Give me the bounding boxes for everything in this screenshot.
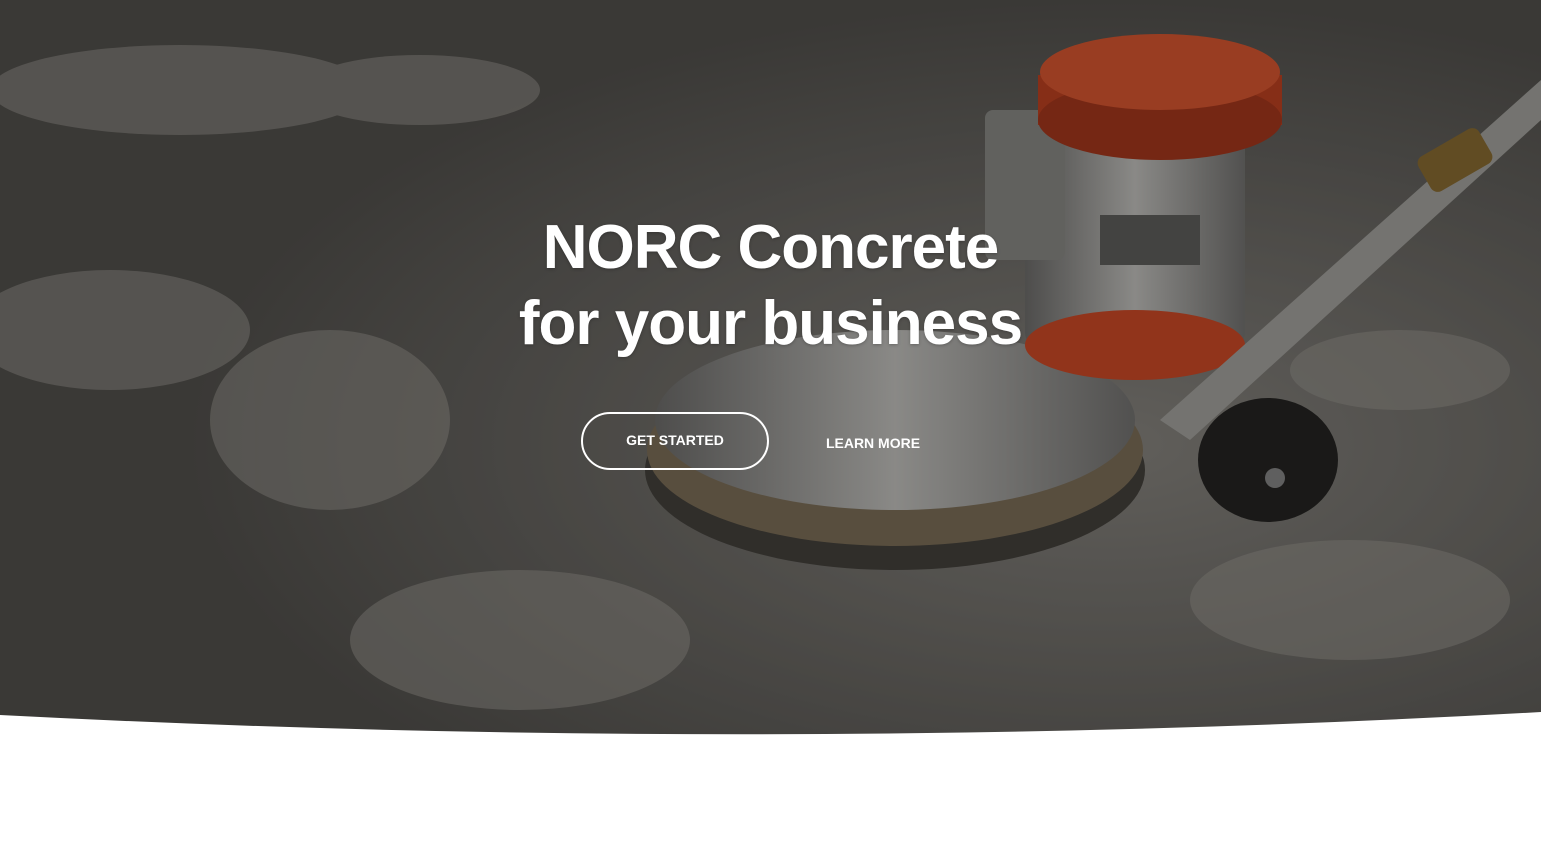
learn-more-link[interactable]: LEARN MORE [812,412,934,470]
hero-bottom-curve [0,712,1541,745]
hero-section: NORC Concrete for your business GET STAR… [0,0,1541,740]
hero-dark-overlay [0,0,1541,740]
hero-headline: NORC Concrete for your business [0,210,1541,362]
headline-line-1: NORC Concrete [542,213,1000,282]
hero-content: NORC Concrete for your business [0,210,1541,362]
hero-cta-row: GET STARTED LEARN MORE [0,412,1541,470]
headline-line-2: for your business [518,289,1023,358]
get-started-button[interactable]: GET STARTED [581,412,769,470]
